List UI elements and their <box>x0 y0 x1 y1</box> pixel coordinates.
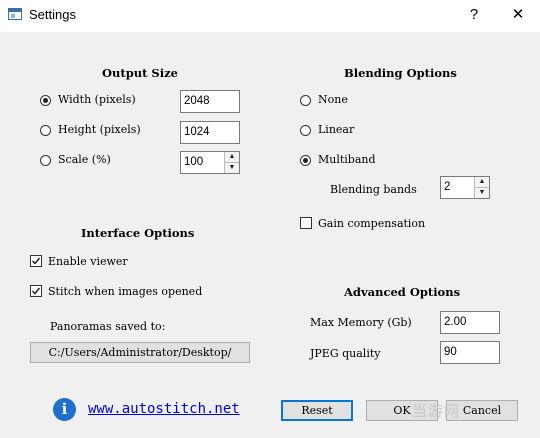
spin-down-icon[interactable]: ▼ <box>475 188 489 199</box>
blending-bands-value: 2 <box>444 181 451 193</box>
blend-multiband-label: Multiband <box>318 153 376 166</box>
interface-options-heading: Interface Options <box>81 226 195 240</box>
stitch-when-opened-checkbox[interactable] <box>30 285 42 297</box>
window-title: Settings <box>29 7 76 22</box>
help-button[interactable]: ? <box>461 4 487 26</box>
height-label: Height (pixels) <box>58 123 141 136</box>
height-input[interactable]: 1024 <box>180 121 240 144</box>
scale-value: 100 <box>184 156 204 168</box>
height-radio[interactable] <box>40 125 51 136</box>
blending-options-heading: Blending Options <box>344 66 457 80</box>
jpeg-quality-label: JPEG quality <box>310 347 381 360</box>
width-label: Width (pixels) <box>58 93 136 106</box>
enable-viewer-checkbox[interactable] <box>30 255 42 267</box>
info-icon[interactable]: i <box>53 398 76 421</box>
spin-up-icon[interactable]: ▲ <box>225 152 239 163</box>
width-input[interactable]: 2048 <box>180 90 240 113</box>
enable-viewer-label: Enable viewer <box>48 255 128 268</box>
scale-spinbox[interactable]: 100 ▲ ▼ <box>180 151 240 174</box>
stitch-when-opened-label: Stitch when images opened <box>48 285 203 298</box>
advanced-options-heading: Advanced Options <box>344 285 461 299</box>
scale-spinner: ▲ ▼ <box>224 152 239 173</box>
watermark: 当游网 <box>412 402 461 420</box>
max-memory-label: Max Memory (Gb) <box>310 316 412 329</box>
width-radio[interactable] <box>40 95 51 106</box>
gain-compensation-label: Gain compensation <box>318 217 426 230</box>
save-path-button[interactable]: C:/Users/Administrator/Desktop/ <box>30 342 250 363</box>
checkmark-icon <box>31 287 41 295</box>
website-link[interactable]: www.autostitch.net <box>88 401 240 417</box>
title-bar: Settings ? ✕ <box>0 0 540 32</box>
dialog-body: Output Size Width (pixels) 2048 Height (… <box>0 32 540 438</box>
jpeg-quality-input[interactable]: 90 <box>440 341 500 364</box>
blend-linear-label: Linear <box>318 123 355 136</box>
max-memory-input[interactable]: 2.00 <box>440 311 500 334</box>
blend-none-label: None <box>318 93 348 106</box>
scale-radio[interactable] <box>40 155 51 166</box>
gain-compensation-checkbox[interactable] <box>300 217 312 229</box>
checkmark-icon <box>31 257 41 265</box>
blend-linear-radio[interactable] <box>300 125 311 136</box>
panoramas-saved-label: Panoramas saved to: <box>50 320 166 333</box>
blending-bands-spinbox[interactable]: 2 ▲ ▼ <box>440 176 490 199</box>
close-button[interactable]: ✕ <box>505 4 531 26</box>
output-size-heading: Output Size <box>102 66 178 80</box>
blend-multiband-radio[interactable] <box>300 155 311 166</box>
spin-up-icon[interactable]: ▲ <box>475 177 489 188</box>
app-window-icon <box>8 8 22 20</box>
scale-label: Scale (%) <box>58 153 111 166</box>
bands-spinner: ▲ ▼ <box>474 177 489 198</box>
spin-down-icon[interactable]: ▼ <box>225 163 239 174</box>
reset-button[interactable]: Reset <box>281 400 353 421</box>
blend-none-radio[interactable] <box>300 95 311 106</box>
blending-bands-label: Blending bands <box>330 183 417 196</box>
